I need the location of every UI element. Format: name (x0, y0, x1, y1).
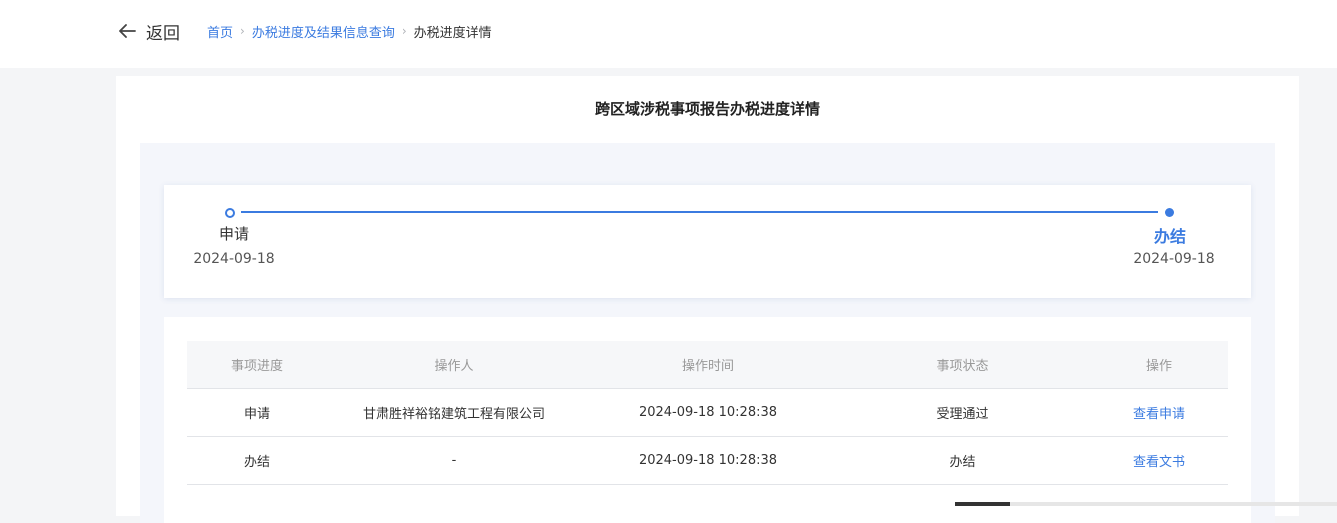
view-application-link[interactable]: 查看申请 (1090, 403, 1228, 422)
arrow-left-icon (119, 24, 136, 38)
step-date-apply: 2024-09-18 (193, 251, 275, 267)
header-stage: 事项进度 (230, 359, 283, 374)
breadcrumb: 首页 › 办税进度及结果信息查询 › 办税进度详情 (207, 21, 492, 41)
table-row: 申请 甘肃胜祥裕铭建筑工程有限公司 2024-09-18 10:28:38 受理… (187, 389, 1228, 437)
header-operator: 操作人 (434, 359, 474, 374)
cell-operator: 甘肃胜祥裕铭建筑工程有限公司 (362, 407, 545, 422)
step-dot-apply (225, 208, 235, 218)
header-time: 操作时间 (681, 359, 734, 374)
step-dot-complete (1165, 208, 1174, 217)
chevron-right-icon: › (401, 24, 407, 38)
overlay-edge-grey (1010, 502, 1337, 506)
header-status: 事项状态 (936, 359, 989, 374)
table-header: 事项进度 操作人 操作时间 事项状态 操作 (187, 341, 1228, 389)
back-button[interactable]: 返回 (116, 18, 180, 44)
cell-stage: 办结 (243, 455, 270, 470)
cell-time: 2024-09-18 10:28:38 (638, 405, 778, 420)
progress-timeline: 申请 2024-09-18 办结 2024-09-18 (164, 185, 1251, 298)
cell-stage: 申请 (243, 407, 270, 422)
records-panel: 事项进度 操作人 操作时间 事项状态 操作 申请 甘肃胜祥裕铭建筑工程有限公司 … (164, 317, 1251, 523)
breadcrumb-current: 办税进度详情 (413, 25, 492, 41)
top-bar: 返回 首页 › 办税进度及结果信息查询 › 办税进度详情 (0, 0, 1337, 68)
step-date-complete: 2024-09-18 (1133, 251, 1215, 267)
timeline-track (241, 211, 1158, 213)
cell-operator: - (451, 453, 457, 468)
breadcrumb-query[interactable]: 办税进度及结果信息查询 (252, 22, 395, 41)
page-title: 跨区域涉税事项报告办税进度详情 (594, 100, 820, 118)
detail-card: 跨区域涉税事项报告办税进度详情 申请 2024-09-18 办结 2024-09… (116, 76, 1299, 523)
chevron-right-icon: › (240, 24, 245, 38)
table-row: 办结 - 2024-09-18 10:28:38 办结 查看文书 (187, 437, 1228, 485)
records-table: 事项进度 操作人 操作时间 事项状态 操作 申请 甘肃胜祥裕铭建筑工程有限公司 … (187, 341, 1228, 485)
step-name-complete: 办结 (1153, 227, 1186, 246)
header-action: 操作 (1145, 359, 1172, 374)
breadcrumb-home[interactable]: 首页 (207, 22, 233, 41)
overlay-edge-dark (955, 502, 1010, 506)
step-name-apply: 申请 (218, 225, 249, 243)
cell-status: 办结 (949, 455, 976, 470)
cell-status: 受理通过 (936, 407, 989, 422)
view-document-link[interactable]: 查看文书 (1090, 451, 1228, 470)
cell-time: 2024-09-18 10:28:38 (638, 453, 778, 468)
back-label: 返回 (146, 23, 180, 44)
content-area: 申请 2024-09-18 办结 2024-09-18 事项进度 操作人 操作时… (140, 143, 1275, 523)
